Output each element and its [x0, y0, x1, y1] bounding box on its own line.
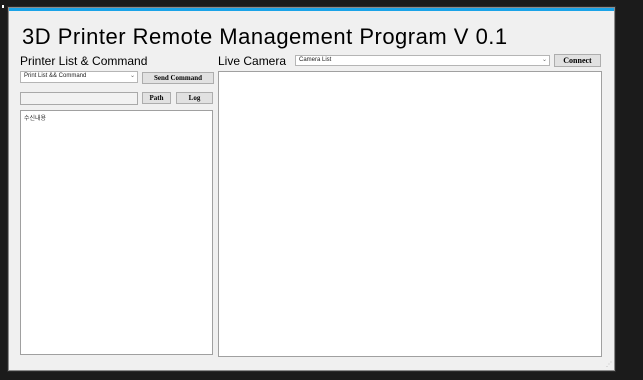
live-camera-label: Live Camera — [218, 54, 287, 68]
title-accent-strip — [9, 8, 614, 11]
printer-command-value: Print List && Command — [24, 73, 87, 79]
corner-marker — [2, 5, 4, 8]
log-button[interactable]: Log — [176, 92, 213, 104]
resize-grip-icon[interactable]: ⋰ — [606, 361, 612, 368]
printer-list-label: Printer List & Command — [20, 54, 148, 68]
path-input[interactable] — [20, 92, 138, 105]
camera-list-value: Camera List — [299, 57, 332, 63]
main-window: 3D Printer Remote Management Program V 0… — [8, 7, 615, 371]
path-button[interactable]: Path — [142, 92, 171, 104]
connect-button[interactable]: Connect — [554, 54, 601, 67]
chevron-down-icon: ⌄ — [129, 73, 135, 79]
received-content-label: 수신내용 — [24, 116, 47, 122]
received-content-area[interactable]: 수신내용 — [20, 110, 213, 355]
send-command-button[interactable]: Send Command — [142, 72, 214, 84]
camera-view — [218, 71, 602, 357]
chevron-down-icon: ⌄ — [541, 57, 547, 63]
camera-list-dropdown[interactable]: Camera List ⌄ — [295, 55, 550, 66]
app-title: 3D Printer Remote Management Program V 0… — [22, 24, 508, 49]
printer-command-dropdown[interactable]: Print List && Command ⌄ — [20, 71, 138, 83]
